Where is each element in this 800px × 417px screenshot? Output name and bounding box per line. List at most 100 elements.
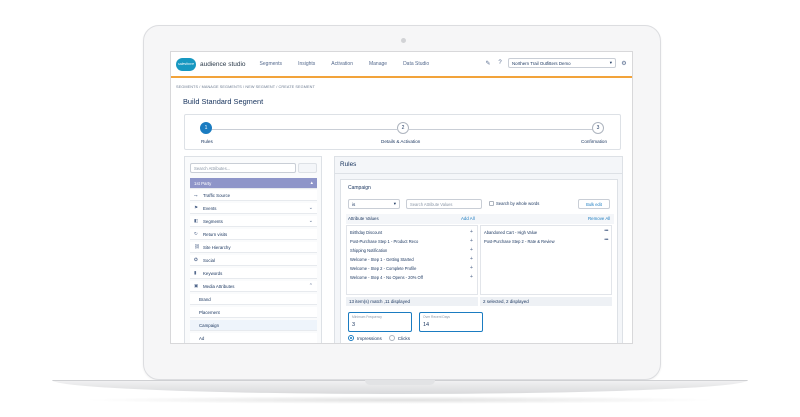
chevron-down-icon: ▾: [609, 60, 612, 65]
refresh-icon: ↻: [194, 231, 198, 236]
attr-segments[interactable]: ◧ Segments ⌄: [190, 216, 317, 227]
recent-days-label: Over Recent Days: [423, 315, 450, 319]
attribute-values-header: Attribute Values: [348, 216, 379, 221]
attr-site-hierarchy[interactable]: ⛓ Site Hierarchy: [190, 242, 317, 253]
laptop-shadow: [80, 396, 720, 404]
operator-select[interactable]: is ▾: [348, 199, 400, 209]
more-icon[interactable]: •••: [604, 237, 608, 243]
org-select-value: Northern Trail Outfitters Demo: [512, 60, 571, 66]
media-icon: ▣: [194, 283, 199, 288]
attr-group-1st-party[interactable]: 1st Party ▴: [190, 178, 317, 189]
operator-value: is: [352, 201, 356, 207]
add-all-link[interactable]: Add All: [461, 216, 475, 221]
nav-activation[interactable]: Activation: [331, 61, 353, 67]
org-select[interactable]: Northern Trail Outfitters Demo ▾: [508, 58, 616, 68]
attr-label: Events: [203, 205, 217, 211]
step-2-label: Details & Activation: [381, 139, 421, 144]
keyword-icon: ▮: [194, 270, 197, 275]
attr-label: Media Attributes: [203, 283, 235, 289]
attr-label: Social: [203, 257, 215, 263]
gear-icon[interactable]: ⚙: [620, 59, 628, 67]
list-item[interactable]: Welcome - Step 2 - Complete Profile +: [350, 265, 475, 271]
attr-label: Return visits: [203, 231, 228, 237]
attr-brand[interactable]: Brand: [190, 294, 317, 305]
attr-events[interactable]: ⚑ Events ⌄: [190, 203, 317, 214]
min-frequency-value: 3: [352, 322, 356, 328]
add-icon[interactable]: +: [470, 274, 473, 280]
divider: [335, 173, 622, 174]
pin-icon[interactable]: ✎: [484, 59, 492, 67]
campaign-rule-card: Campaign is ▾ Search Attribute Values Se…: [340, 179, 618, 343]
salesforce-logo: salesforce: [176, 57, 196, 71]
screen: salesforce audience studio Segments Insi…: [170, 51, 633, 344]
app-name: audience studio: [200, 60, 246, 68]
list-item[interactable]: Abandoned Cart - High Value •••: [484, 228, 610, 235]
list-item[interactable]: Shipping Notification +: [350, 247, 475, 253]
whole-words-option[interactable]: Search by whole words: [489, 201, 539, 206]
attr-ad[interactable]: Ad: [190, 333, 317, 343]
chevron-down-icon: ⌄: [308, 205, 313, 211]
camera-dot: [401, 38, 406, 43]
selected-values-list: Abandoned Cart - High Value ••• Post-Purc…: [480, 225, 612, 295]
add-icon[interactable]: +: [470, 265, 473, 271]
attr-placement[interactable]: Placement: [190, 307, 317, 318]
step-3-circle[interactable]: 3: [592, 122, 604, 134]
rules-panel: Rules Campaign is ▾ Search Attribute Val…: [334, 156, 623, 343]
add-icon[interactable]: +: [470, 238, 473, 244]
attr-traffic-source[interactable]: ⤳ Traffic Source: [190, 190, 317, 201]
attr-return-visits[interactable]: ↻ Return visits: [190, 229, 317, 240]
clicks-radio[interactable]: [388, 335, 395, 341]
attr-label: Site Hierarchy: [203, 244, 231, 250]
nav-data-studio[interactable]: Data Studio: [403, 61, 429, 67]
list-item[interactable]: Welcome - Step 4 - No Opens - 20% Off +: [350, 274, 475, 280]
attribute-value-search-input[interactable]: Search Attribute Values: [406, 199, 482, 209]
whole-words-label: Search by whole words: [496, 201, 540, 206]
attribute-panel: Search Attributes... 1st Party ▴ ⤳ Traff…: [184, 156, 322, 343]
impressions-radio[interactable]: [348, 335, 354, 341]
help-icon[interactable]: ?: [496, 59, 504, 67]
more-icon[interactable]: •••: [604, 228, 608, 234]
remove-all-link[interactable]: Remove All: [588, 216, 610, 221]
chevron-up-icon: ⌃: [308, 283, 313, 289]
segments-icon: ◧: [194, 218, 199, 223]
flag-icon: ⚑: [194, 205, 199, 210]
values-list-header: Attribute Values Add All Remove All: [346, 214, 614, 224]
wizard-line: [409, 129, 593, 130]
attribute-search-input[interactable]: Search Attributes...: [190, 163, 296, 173]
attr-label: Keywords: [203, 270, 223, 276]
list-item[interactable]: Welcome - Step 1 - Getting Started +: [350, 256, 475, 262]
social-icon: ✪: [194, 257, 198, 262]
step-2-circle[interactable]: 2: [397, 122, 409, 134]
recent-days-value: 14: [423, 322, 430, 328]
min-frequency-label: Minimum Frequency: [352, 315, 382, 319]
metric-radio-group: Impressions Clicks: [348, 335, 410, 341]
step-1-label: Rules: [201, 139, 213, 144]
list-item[interactable]: Post-Purchase Step 2 - Rate & Review •••: [484, 237, 610, 244]
attr-label: Traffic Source: [203, 192, 231, 198]
attribute-search-button[interactable]: [298, 163, 317, 173]
selected-count: 2 selected, 2 displayed: [480, 297, 612, 306]
available-values-list: Birthday Discount + Post-Purchase Step 1 …: [346, 225, 478, 295]
min-frequency-field[interactable]: Minimum Frequency 3: [348, 312, 412, 332]
rule-attribute-label: Campaign: [348, 185, 371, 191]
attr-campaign[interactable]: Campaign: [190, 320, 317, 331]
list-item[interactable]: Birthday Discount +: [350, 229, 475, 235]
whole-words-checkbox[interactable]: [489, 201, 494, 206]
nav-manage[interactable]: Manage: [369, 61, 387, 67]
nav-segments[interactable]: Segments: [260, 61, 283, 67]
add-icon[interactable]: +: [470, 247, 473, 253]
breadcrumb[interactable]: SEGMENTS / MANAGE SEGMENTS / NEW SEGMENT…: [176, 85, 315, 89]
step-3-label: Confirmation: [581, 139, 608, 144]
attr-keywords[interactable]: ▮ Keywords: [190, 268, 317, 279]
bulk-edit-button[interactable]: Bulk edit: [578, 199, 610, 209]
add-icon[interactable]: +: [470, 229, 473, 235]
attr-media-attributes[interactable]: ▣ Media Attributes ⌃: [190, 281, 317, 292]
step-1-circle[interactable]: 1: [200, 122, 212, 134]
impressions-label: Impressions: [357, 335, 382, 341]
add-icon[interactable]: +: [470, 256, 473, 262]
attr-social[interactable]: ✪ Social: [190, 255, 317, 266]
list-item[interactable]: Post-Purchase Step 1 - Product Reco +: [350, 238, 475, 244]
nav-insights[interactable]: Insights: [298, 61, 315, 67]
traffic-icon: ⤳: [194, 192, 198, 198]
recent-days-field[interactable]: Over Recent Days 14: [419, 312, 483, 332]
